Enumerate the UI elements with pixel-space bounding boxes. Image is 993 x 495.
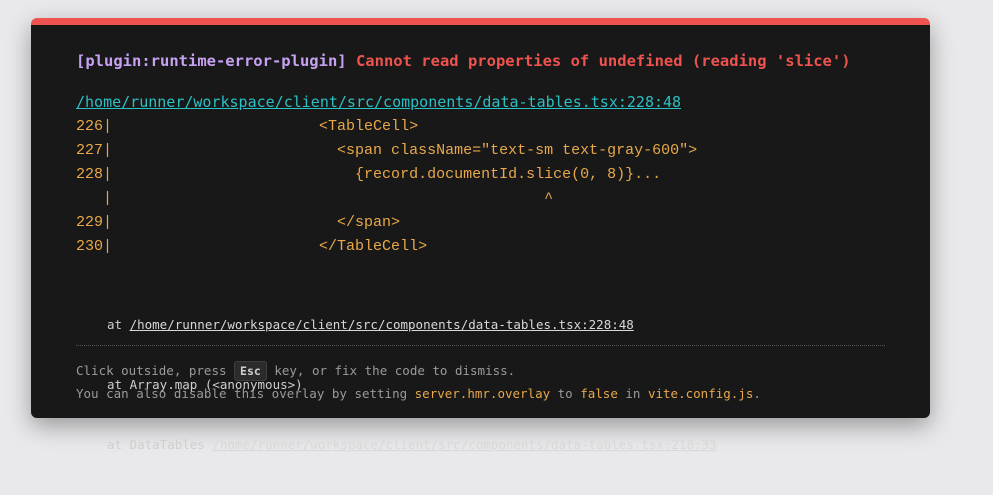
line-code: {record.documentId.slice(0, 8)}... [112,166,662,183]
code-line: 226| <TableCell> [76,115,697,139]
stack-frame: at /home/runner/workspace/client/src/com… [107,315,717,335]
setting-name: server.hmr.overlay [414,386,551,401]
stack-prefix: at [107,317,130,332]
tip-text: key, or fix the code to dismiss. [266,363,516,378]
line-gutter: 227| [76,142,113,159]
line-code: </TableCell> [112,238,428,255]
tip-text: You can also disable this overlay by set… [76,386,415,401]
stack-file-link[interactable]: /home/runner/workspace/client/src/compon… [212,437,716,452]
line-gutter: 230| [76,238,113,255]
error-text: Cannot read properties of undefined (rea… [355,52,851,70]
plugin-name: [plugin:runtime-error-plugin] [76,52,347,70]
tip-text: . [753,386,761,401]
error-overlay: [plugin:runtime-error-plugin] Cannot rea… [31,18,930,452]
dismiss-tip: Click outside, press Esc key, or fix the… [76,361,515,381]
code-frame: 226| <TableCell> 227| <span className="te… [76,115,697,259]
code-line: 228| {record.documentId.slice(0, 8)}... [76,163,697,187]
setting-value: false [580,386,618,401]
line-gutter: | [76,190,113,207]
line-gutter: 229| [76,214,113,231]
stack-trace: at /home/runner/workspace/client/src/com… [107,275,717,495]
stack-frame: at DataTables /home/runner/workspace/cli… [107,435,717,455]
error-file-link[interactable]: /home/runner/workspace/client/src/compon… [76,93,681,111]
line-code: <TableCell> [112,118,419,135]
code-line: 227| <span className="text-sm text-gray-… [76,139,697,163]
divider [76,345,885,346]
esc-key: Esc [234,361,267,381]
code-line: 229| </span> [76,211,697,235]
line-gutter: 226| [76,118,113,135]
tip-text: Click outside, press [76,363,235,378]
tip-text: to [550,386,581,401]
tip-text: in [617,386,648,401]
caret-marker: ^ [112,190,554,207]
error-message: [plugin:runtime-error-plugin] Cannot rea… [76,52,851,70]
code-line: 230| </TableCell> [76,235,697,259]
stack-prefix: at DataTables [107,437,213,452]
config-file: vite.config.js [647,386,754,401]
line-gutter: 228| [76,166,113,183]
stack-file-link[interactable]: /home/runner/workspace/client/src/compon… [130,317,634,332]
code-line-caret: | ^ [76,187,697,211]
line-code: <span className="text-sm text-gray-600"> [112,142,698,159]
line-code: </span> [112,214,401,231]
disable-tip: You can also disable this overlay by set… [76,386,761,401]
